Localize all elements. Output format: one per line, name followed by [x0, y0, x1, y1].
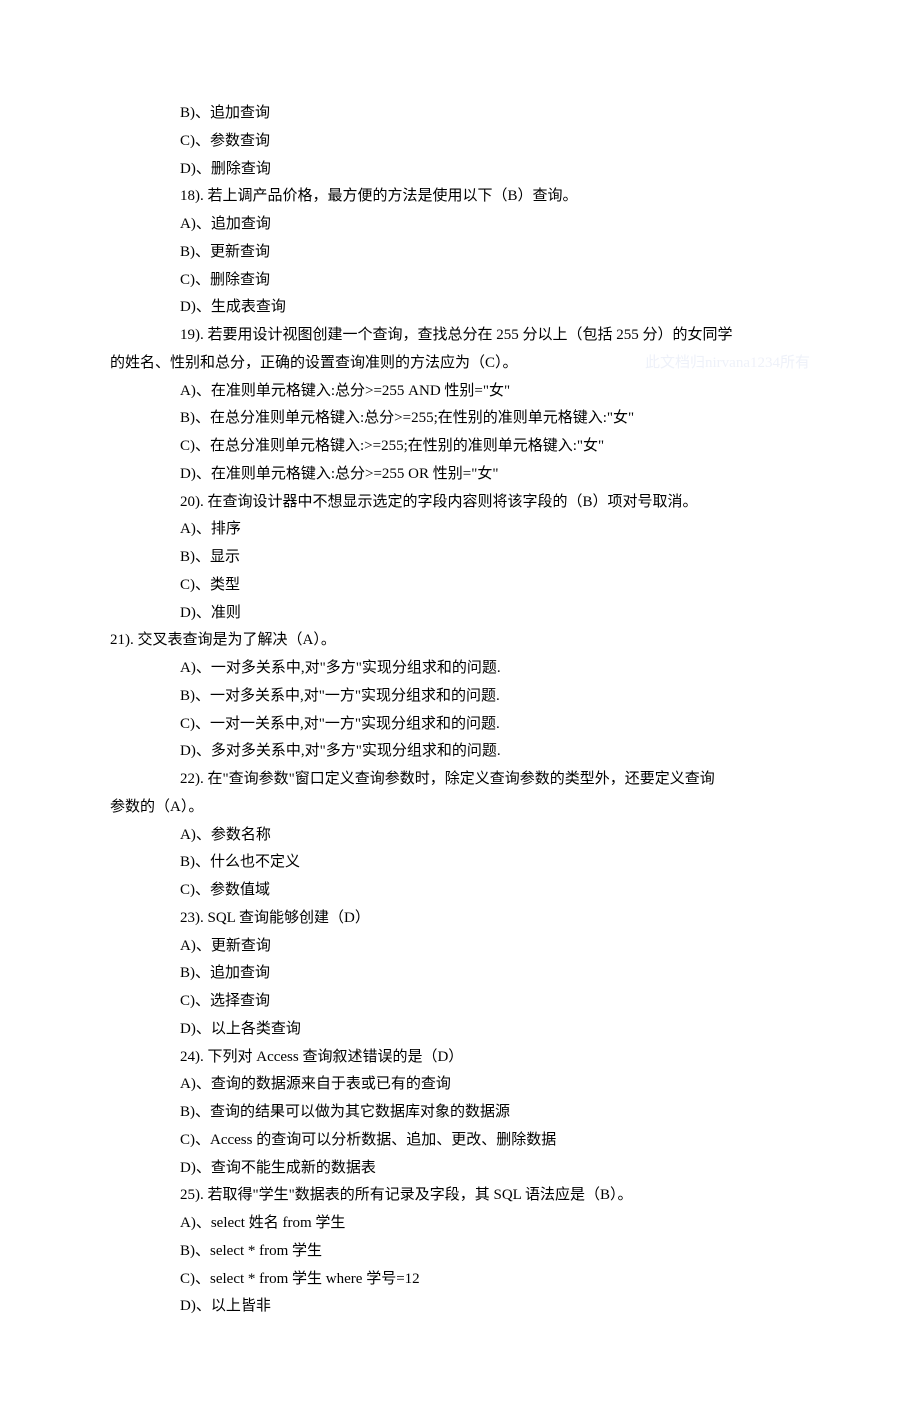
text-line: C)、select * from 学生 where 学号=12: [110, 1266, 810, 1294]
text-line: B)、更新查询: [110, 239, 810, 267]
document-page: B)、追加查询C)、参数查询D)、删除查询18). 若上调产品价格，最方便的方法…: [0, 0, 920, 1421]
text-line: A)、追加查询: [110, 211, 810, 239]
text-line: A)、参数名称: [110, 822, 810, 850]
text-line: D)、多对多关系中,对"多方"实现分组求和的问题.: [110, 738, 810, 766]
text-line: C)、删除查询: [110, 267, 810, 295]
text-line: 20). 在查询设计器中不想显示选定的字段内容则将该字段的（B）项对号取消。: [110, 489, 810, 517]
text-line: 24). 下列对 Access 查询叙述错误的是（D）: [110, 1044, 810, 1072]
document-body: B)、追加查询C)、参数查询D)、删除查询18). 若上调产品价格，最方便的方法…: [110, 100, 810, 1321]
text-line: A)、排序: [110, 516, 810, 544]
text-line: B)、一对多关系中,对"一方"实现分组求和的问题.: [110, 683, 810, 711]
text-line: B)、查询的结果可以做为其它数据库对象的数据源: [110, 1099, 810, 1127]
text-line: C)、一对一关系中,对"一方"实现分组求和的问题.: [110, 711, 810, 739]
text-line: 23). SQL 查询能够创建（D）: [110, 905, 810, 933]
text-line: D)、删除查询: [110, 156, 810, 184]
text-line: A)、一对多关系中,对"多方"实现分组求和的问题.: [110, 655, 810, 683]
text-line: C)、参数值域: [110, 877, 810, 905]
text-line: D)、以上皆非: [110, 1293, 810, 1321]
text-line: 22). 在"查询参数"窗口定义查询参数时，除定义查询参数的类型外，还要定义查询: [110, 766, 810, 794]
text-line: A)、在准则单元格键入:总分>=255 AND 性别="女": [110, 378, 810, 406]
text-line: C)、Access 的查询可以分析数据、追加、更改、删除数据: [110, 1127, 810, 1155]
text-line: C)、在总分准则单元格键入:>=255;在性别的准则单元格键入:"女": [110, 433, 810, 461]
text-line: B)、追加查询: [110, 960, 810, 988]
text-line: 21). 交叉表查询是为了解决（A）。: [110, 627, 810, 655]
text-line: B)、追加查询: [110, 100, 810, 128]
text-line: 18). 若上调产品价格，最方便的方法是使用以下（B）查询。: [110, 183, 810, 211]
text-line: 参数的（A）。: [110, 794, 810, 822]
text-line: C)、类型: [110, 572, 810, 600]
text-line: A)、查询的数据源来自于表或已有的查询: [110, 1071, 810, 1099]
text-line: D)、准则: [110, 600, 810, 628]
text-line: 19). 若要用设计视图创建一个查询，查找总分在 255 分以上（包括 255 …: [110, 322, 810, 350]
watermark-text: 此文档归nirvana1234所有: [645, 350, 810, 378]
text-line: D)、查询不能生成新的数据表: [110, 1155, 810, 1183]
text-line: D)、生成表查询: [110, 294, 810, 322]
text-line: C)、选择查询: [110, 988, 810, 1016]
text-line: B)、什么也不定义: [110, 849, 810, 877]
text-line: D)、以上各类查询: [110, 1016, 810, 1044]
text-line: C)、参数查询: [110, 128, 810, 156]
text-line: B)、select * from 学生: [110, 1238, 810, 1266]
text-line: B)、在总分准则单元格键入:总分>=255;在性别的准则单元格键入:"女": [110, 405, 810, 433]
text-line: A)、select 姓名 from 学生: [110, 1210, 810, 1238]
text-line: A)、更新查询: [110, 933, 810, 961]
text-line: B)、显示: [110, 544, 810, 572]
text-line: 的姓名、性别和总分，正确的设置查询准则的方法应为（C）。此文档归nirvana1…: [110, 350, 810, 378]
text-line: 25). 若取得"学生"数据表的所有记录及字段，其 SQL 语法应是（B）。: [110, 1182, 810, 1210]
text-line: D)、在准则单元格键入:总分>=255 OR 性别="女": [110, 461, 810, 489]
